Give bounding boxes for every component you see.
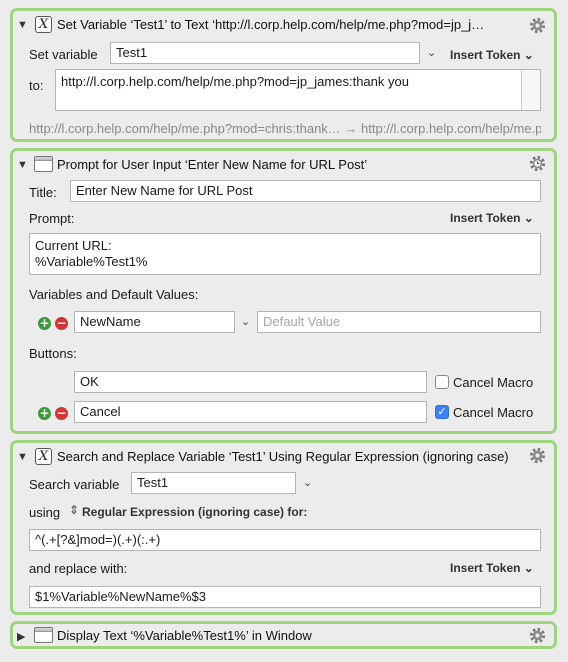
insert-token-button[interactable]: Insert Token ⌄ <box>450 48 534 62</box>
insert-token-label: Insert Token <box>450 561 521 575</box>
action-title[interactable]: Prompt for User Input ‘Enter New Name fo… <box>57 157 367 172</box>
x-variable-icon: X <box>35 448 52 465</box>
action-title[interactable]: Display Text ‘%Variable%Test1%’ in Windo… <box>57 628 312 643</box>
action-title[interactable]: Set Variable ‘Test1’ to Text ‘http://l.c… <box>57 17 523 32</box>
insert-token-button[interactable]: Insert Token ⌄ <box>450 211 534 225</box>
x-variable-icon: X <box>35 16 52 33</box>
cancel-macro-label: Cancel Macro <box>453 405 534 420</box>
prompt-title-field[interactable]: Enter New Name for URL Post <box>70 180 541 202</box>
buttons-label: Buttons: <box>29 346 77 361</box>
to-label: to: <box>29 78 44 93</box>
regex-field[interactable]: ^(.+[?&]mod=)(.+)(:.+) <box>29 529 541 551</box>
variable-name-field[interactable]: Test1 <box>110 42 420 64</box>
prompt-label: Prompt: <box>29 211 75 226</box>
gear-icon[interactable] <box>528 626 547 645</box>
insert-token-label: Insert Token <box>450 211 521 225</box>
set-variable-action[interactable]: ▼ X Set Variable ‘Test1’ to Text ‘http:/… <box>10 8 557 142</box>
text-value-field[interactable]: http://l.corp.help.com/help/me.php?mod=j… <box>55 69 541 111</box>
replace-with-label: and replace with: <box>29 561 128 576</box>
gear-timer-icon[interactable] <box>528 154 547 173</box>
cancel-macro-checkbox[interactable] <box>435 375 449 389</box>
chevron-down-icon[interactable]: ⌄ <box>241 315 250 328</box>
add-variable-icon[interactable]: + <box>38 317 51 330</box>
prompt-line-1: Current URL: <box>35 238 112 253</box>
updown-chevron-icon[interactable]: ⇕ <box>69 503 79 517</box>
search-mode-select[interactable]: Regular Expression (ignoring case) for: <box>82 505 307 519</box>
window-icon <box>34 156 53 172</box>
cancel-macro-checkbox[interactable]: ✓ <box>435 405 449 419</box>
search-variable-field[interactable]: Test1 <box>131 472 296 494</box>
gear-icon[interactable] <box>528 446 547 465</box>
preview-text: http://l.corp.help.com/help/me.php?mod=c… <box>29 121 541 136</box>
variables-label: Variables and Default Values: <box>29 287 199 302</box>
default-value-input[interactable]: Default Value <box>257 311 541 333</box>
search-replace-action[interactable]: ▼ X Search and Replace Variable ‘Test1’ … <box>10 440 557 615</box>
remove-button-icon[interactable]: − <box>55 407 68 420</box>
prompt-line-2: %Variable%Test1% <box>35 254 148 269</box>
insert-token-button[interactable]: Insert Token ⌄ <box>450 561 534 575</box>
replace-field[interactable]: $1%Variable%NewName%$3 <box>29 586 541 608</box>
variable-name-input[interactable]: NewName <box>74 311 235 333</box>
disclosure-down-icon[interactable]: ▼ <box>17 159 28 171</box>
display-text-action[interactable]: ▶ Display Text ‘%Variable%Test1%’ in Win… <box>10 621 557 649</box>
text-value: http://l.corp.help.com/help/me.php?mod=j… <box>61 74 409 89</box>
window-icon <box>34 627 53 643</box>
chevron-down-icon[interactable]: ⌄ <box>303 476 312 489</box>
button-name-input[interactable]: OK <box>74 371 427 393</box>
search-variable-label: Search variable <box>29 477 120 492</box>
text-scrollbar[interactable] <box>521 70 540 110</box>
insert-token-label: Insert Token <box>450 48 521 62</box>
disclosure-right-icon[interactable]: ▶ <box>17 630 25 643</box>
set-variable-label: Set variable <box>29 47 98 62</box>
chevron-down-icon[interactable]: ⌄ <box>427 46 436 59</box>
prompt-user-input-action[interactable]: ▼ Prompt for User Input ‘Enter New Name … <box>10 148 557 434</box>
button-name-input[interactable]: Cancel <box>74 401 427 423</box>
remove-variable-icon[interactable]: − <box>55 317 68 330</box>
add-button-icon[interactable]: + <box>38 407 51 420</box>
disclosure-down-icon[interactable]: ▼ <box>17 19 28 31</box>
title-label: Title: <box>29 185 57 200</box>
using-label: using <box>29 505 61 520</box>
action-title[interactable]: Search and Replace Variable ‘Test1’ Usin… <box>57 449 527 464</box>
disclosure-down-icon[interactable]: ▼ <box>17 451 28 463</box>
gear-icon[interactable] <box>528 16 547 35</box>
prompt-text-field[interactable]: Current URL: %Variable%Test1% <box>29 233 541 275</box>
cancel-macro-label: Cancel Macro <box>453 375 534 390</box>
